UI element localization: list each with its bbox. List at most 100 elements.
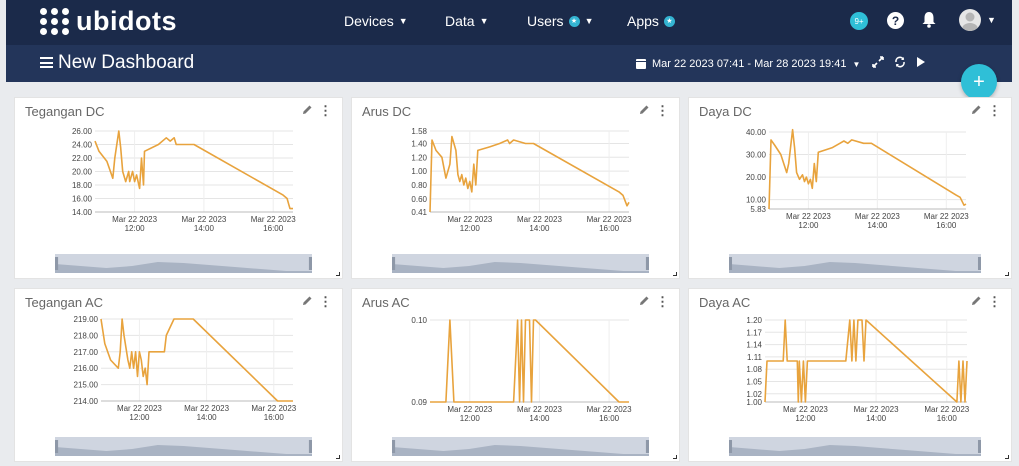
line-chart: 1.581.401.201.000.800.600.41Mar 22 20231…: [411, 127, 632, 233]
y-tick-label: 30.00: [746, 151, 767, 160]
hamburger-menu-icon[interactable]: [40, 57, 53, 68]
series-line[interactable]: [430, 319, 629, 403]
widget-card[interactable]: Tegangan AC ⋮ 219.00 218.00 217.00 216.00 215.…: [14, 288, 343, 462]
x-tick-time: 14:00: [867, 221, 888, 230]
widget-card[interactable]: Daya AC ⋮ 1.20 1.17 1.14 1.11 1.08 1.05 1.02 1.00…: [688, 288, 1012, 462]
bell-icon[interactable]: [921, 11, 937, 33]
fullscreen-icon[interactable]: [872, 56, 884, 71]
x-tick-date: Mar 22 2023: [855, 212, 900, 221]
date-range-picker[interactable]: Mar 22 2023 07:41 - Mar 28 2023 19:41 ▼: [636, 58, 860, 70]
y-tick-label: 214.00: [74, 397, 99, 406]
menu-data[interactable]: Data ▼: [445, 13, 489, 29]
x-tick-time: 16:00: [936, 221, 957, 230]
chevron-down-icon[interactable]: ▼: [987, 15, 996, 25]
add-widget-button[interactable]: +: [961, 64, 997, 100]
x-tick-date: Mar 22 2023: [587, 405, 632, 414]
resize-handle-icon[interactable]: [1005, 455, 1009, 459]
x-tick-date: Mar 22 2023: [117, 404, 162, 413]
x-tick-time: 16:00: [599, 224, 620, 233]
x-tick-date: Mar 22 2023: [181, 215, 226, 224]
x-tick-date: Mar 22 2023: [924, 405, 969, 414]
y-tick-label: 1.14: [746, 341, 762, 350]
y-tick-label: 0.60: [411, 195, 427, 204]
y-tick-label: 5.83: [750, 205, 766, 214]
x-tick-time: 16:00: [264, 413, 285, 422]
y-tick-label: 1.20: [746, 316, 762, 325]
x-tick-date: Mar 22 2023: [517, 405, 562, 414]
menu-users-label: Users: [527, 13, 564, 29]
menu-apps[interactable]: Apps ★: [627, 13, 675, 29]
y-tick-label: 0.80: [411, 181, 427, 190]
help-icon[interactable]: ?: [887, 12, 904, 29]
menu-apps-label: Apps: [627, 13, 659, 29]
series-line[interactable]: [429, 135, 630, 213]
y-tick-label: 217.00: [74, 348, 99, 357]
y-tick-label: 1.17: [746, 328, 762, 337]
x-tick-time: 16:00: [599, 414, 620, 423]
y-tick-label: 24.00: [72, 141, 93, 150]
widget-card[interactable]: Tegangan DC ⋮ 26.00 24.00 22.00 20.00 18.00 16.…: [14, 97, 343, 279]
y-tick-label: 20.00: [72, 168, 93, 177]
y-tick-label: 215.00: [74, 381, 99, 390]
widget-card[interactable]: Arus DC ⋮ 1.58 1.40 1.20 1.00 0.80 0.60 0.41 Mar …: [351, 97, 680, 279]
range-navigator[interactable]: [729, 437, 981, 456]
chevron-down-icon: ▼: [852, 59, 861, 69]
menu-users[interactable]: Users ★ ▼: [527, 13, 593, 29]
resize-handle-icon[interactable]: [1005, 272, 1009, 276]
play-icon[interactable]: [916, 56, 926, 71]
refresh-icon[interactable]: [894, 56, 906, 71]
x-tick-date: Mar 22 2023: [587, 215, 632, 224]
menu-data-label: Data: [445, 13, 475, 29]
y-tick-label: 1.11: [747, 353, 763, 362]
range-navigator[interactable]: [55, 437, 312, 456]
y-tick-label: 1.58: [411, 127, 427, 136]
dashboard-header: New Dashboard Mar 22 2023 07:41 - Mar 28…: [6, 45, 1012, 82]
widget-card[interactable]: Daya DC ⋮ 40.00 30.00 20.00 10.00 5.83 Mar 22 2…: [688, 97, 1012, 279]
x-tick-date: Mar 22 2023: [783, 405, 828, 414]
series-line[interactable]: [100, 318, 293, 402]
resize-handle-icon[interactable]: [336, 272, 340, 276]
x-tick-date: Mar 22 2023: [447, 215, 492, 224]
x-tick-time: 12:00: [460, 224, 481, 233]
y-tick-label: 20.00: [746, 173, 767, 182]
y-tick-label: 0.41: [411, 208, 427, 217]
widget-card[interactable]: Arus AC ⋮ 0.10 0.09 Mar 22 2023 12:00 Mar 22 2…: [351, 288, 680, 462]
ubidots-logo[interactable]: ubidots: [40, 6, 177, 37]
menu-devices-label: Devices: [344, 13, 394, 29]
x-tick-time: 12:00: [460, 414, 481, 423]
avatar[interactable]: [959, 9, 981, 31]
x-tick-date: Mar 22 2023: [112, 215, 157, 224]
range-navigator[interactable]: [392, 437, 649, 456]
resize-handle-icon[interactable]: [336, 455, 340, 459]
resize-handle-icon[interactable]: [673, 455, 677, 459]
y-tick-label: 18.00: [72, 181, 93, 190]
x-tick-time: 12:00: [795, 414, 816, 423]
x-tick-time: 12:00: [798, 221, 819, 230]
range-navigator[interactable]: [729, 254, 981, 273]
x-tick-time: 14:00: [197, 413, 218, 422]
x-tick-time: 14:00: [866, 414, 887, 423]
y-tick-label: 40.00: [746, 128, 767, 137]
y-tick-label: 22.00: [72, 154, 93, 163]
x-tick-date: Mar 22 2023: [517, 215, 562, 224]
x-tick-time: 16:00: [937, 414, 958, 423]
chevron-down-icon: ▼: [584, 16, 594, 26]
range-navigator[interactable]: [392, 254, 649, 273]
y-tick-label: 216.00: [74, 364, 99, 373]
y-tick-label: 1.20: [411, 153, 427, 162]
x-tick-time: 16:00: [263, 224, 284, 233]
logo-dots-icon: [40, 8, 70, 35]
notifications-badge[interactable]: 9+: [850, 12, 868, 30]
y-tick-label: 10.00: [746, 196, 767, 205]
dashboard-title[interactable]: New Dashboard: [58, 52, 194, 74]
top-navbar: ubidots Devices ▼ Data ▼ Users ★ ▼ Apps …: [6, 0, 1012, 45]
resize-handle-icon[interactable]: [673, 272, 677, 276]
menu-devices[interactable]: Devices ▼: [344, 13, 408, 29]
y-tick-label: 1.00: [746, 398, 762, 407]
range-navigator[interactable]: [55, 254, 312, 273]
star-icon: ★: [568, 15, 580, 27]
series-line[interactable]: [768, 128, 967, 210]
series-line[interactable]: [94, 130, 293, 210]
y-tick-label: 14.00: [72, 208, 93, 217]
x-tick-date: Mar 22 2023: [251, 215, 296, 224]
